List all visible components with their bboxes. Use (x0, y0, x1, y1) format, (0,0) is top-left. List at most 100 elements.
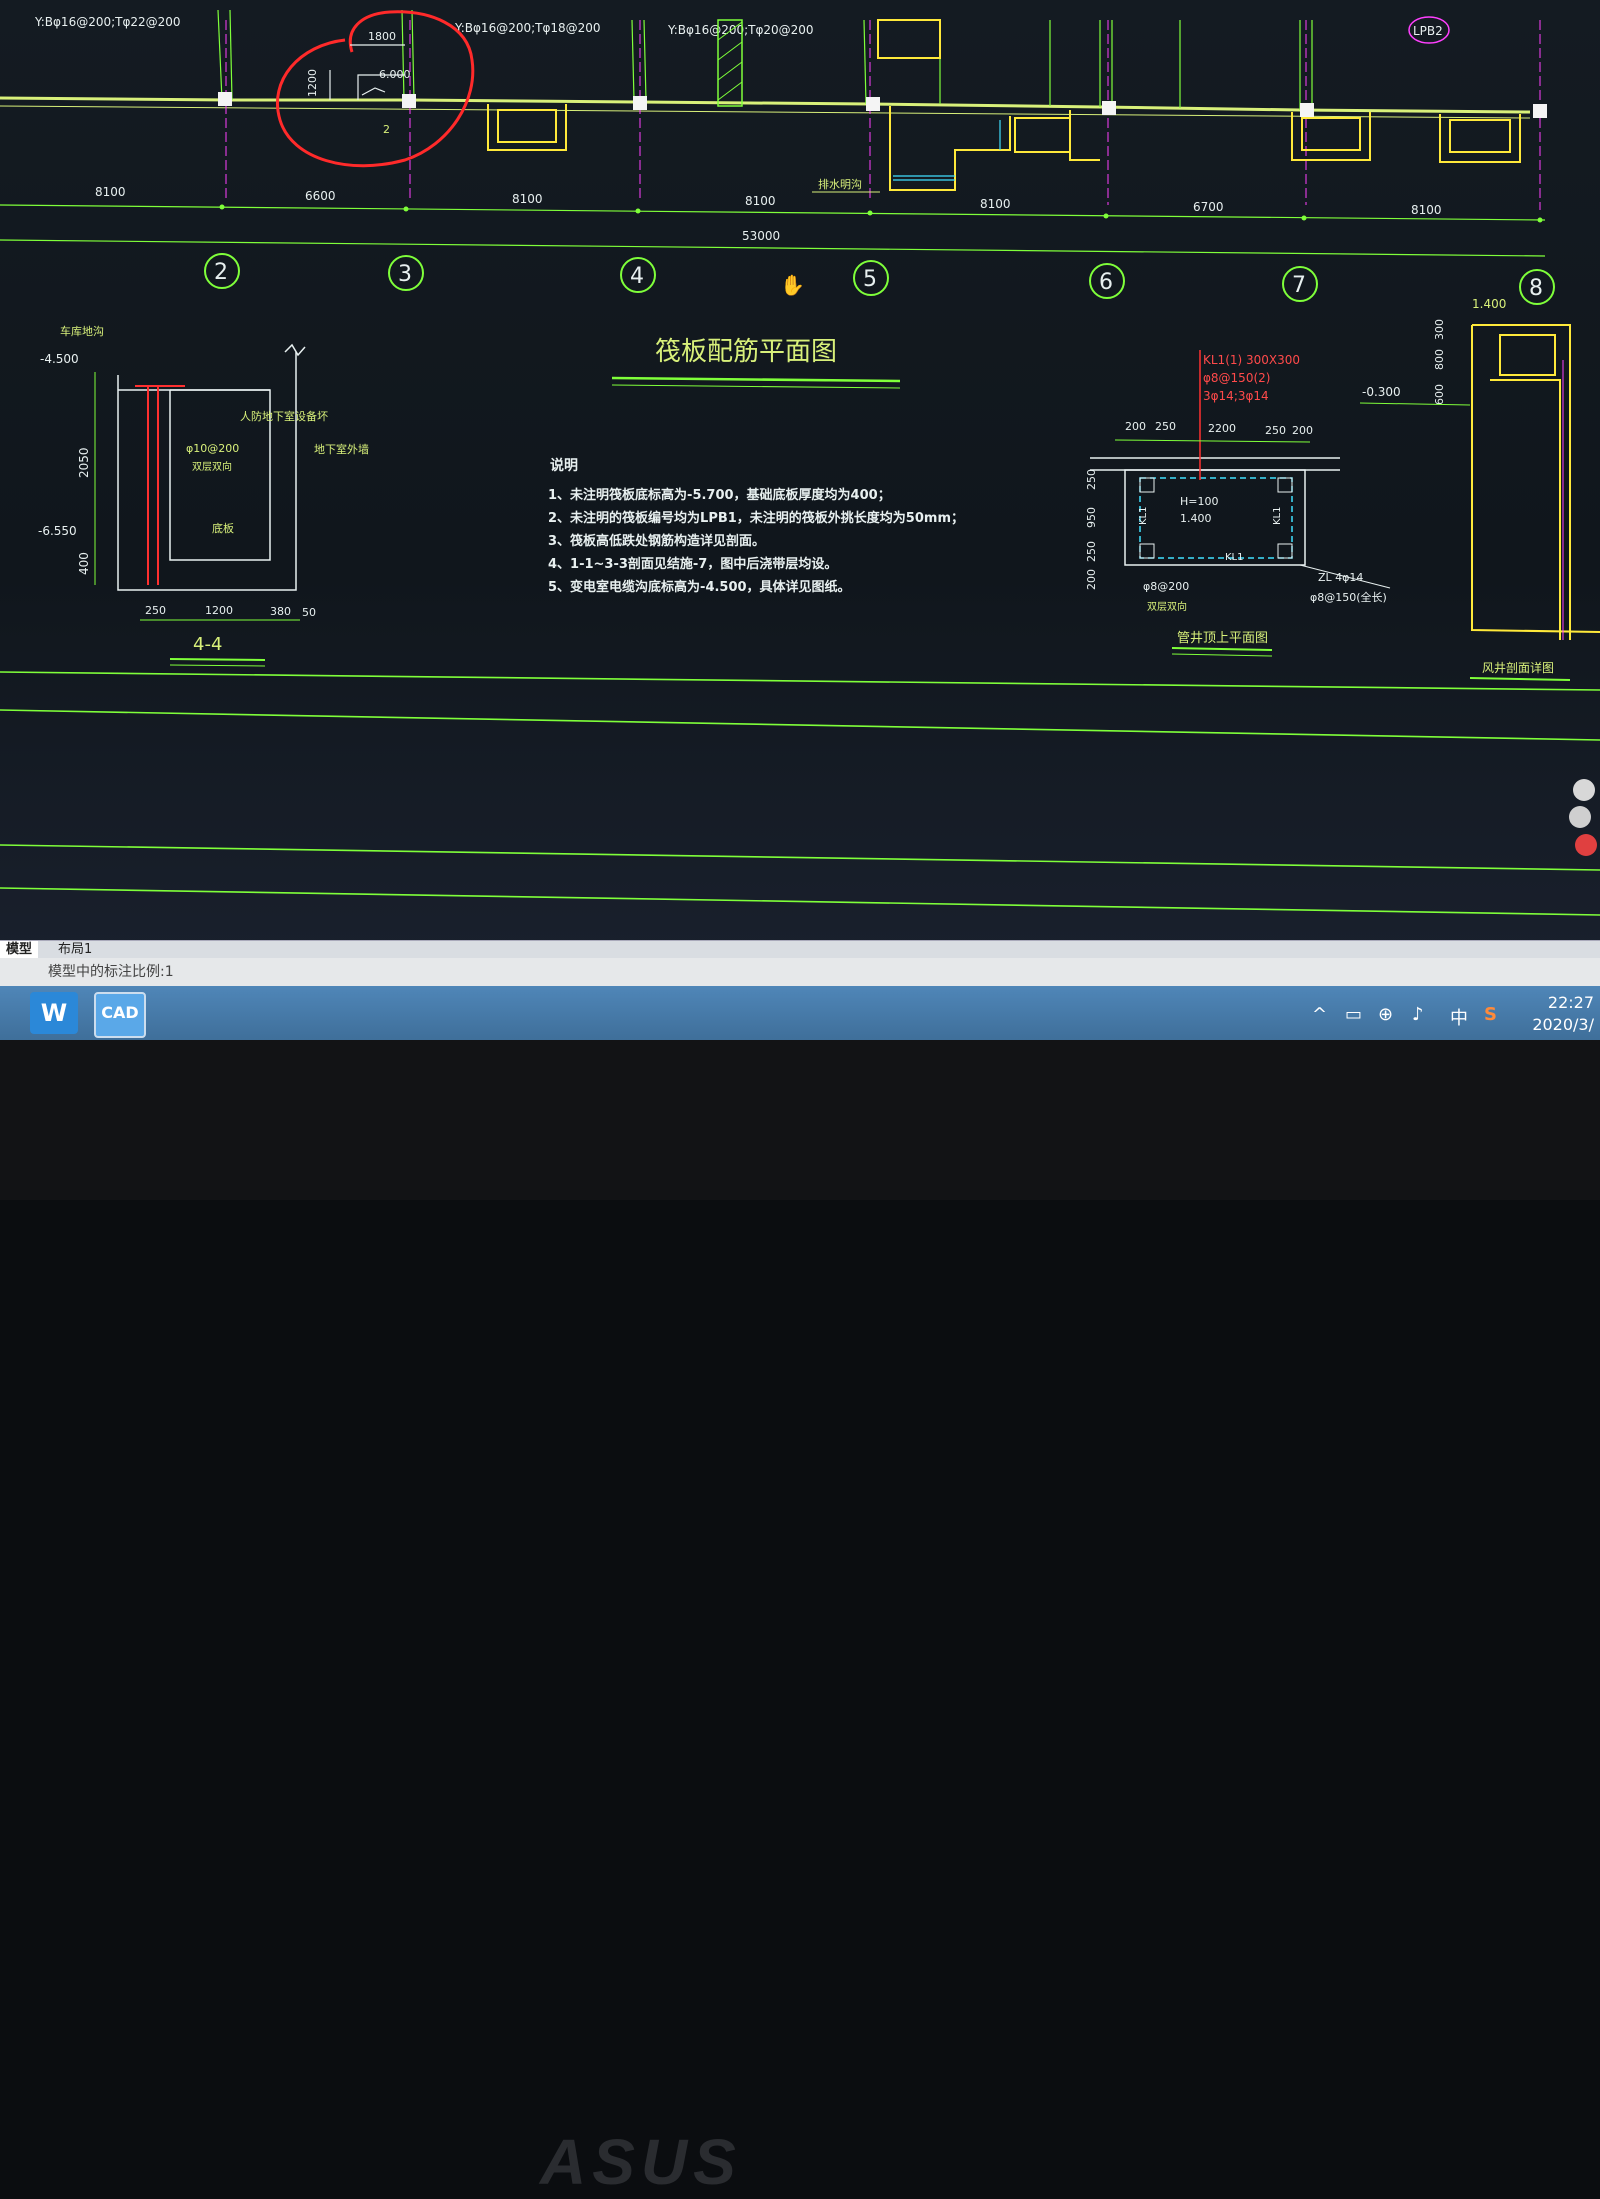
axis-6: 6 (1099, 270, 1113, 295)
pit-dim-top-line (1114, 439, 1311, 443)
pit-zl-leader (1299, 564, 1391, 589)
title-underline-2 (611, 384, 901, 389)
pit-kl-label-bottom: KL1 (1225, 552, 1244, 563)
wps-icon[interactable]: W (30, 992, 78, 1034)
tray-chevron-icon[interactable]: ^ (1312, 1004, 1327, 1025)
clock-time: 22:27 (1547, 993, 1594, 1012)
pit-kl-label-right: KL1 (1272, 507, 1283, 526)
s44-title-line (169, 658, 266, 661)
top-label-4: LPB2 (1413, 24, 1443, 38)
anno-width: 1800 (368, 30, 396, 43)
float-tool-icon-2[interactable] (1575, 834, 1597, 856)
s44-rebar: φ10@200 (186, 442, 239, 455)
span-4: 8100 (745, 194, 776, 208)
brand-logo: ASUS (540, 2126, 742, 2198)
pit-kl-3: 3φ14;3φ14 (1203, 389, 1269, 403)
layout-tabs: 模型 布局1 (0, 940, 1600, 959)
s44-base: 底板 (212, 521, 234, 535)
hand-cursor-icon: ✋ (780, 273, 805, 297)
pit-dim-side-2: 950 (1085, 507, 1098, 528)
float-tool-icon[interactable] (1569, 806, 1591, 828)
s44-title-line-2 (169, 664, 266, 667)
s44-title: 4-4 (193, 634, 222, 655)
pit-inner-2: 1.400 (1180, 512, 1212, 525)
s44-dim-4: 50 (302, 606, 316, 619)
pit-dim-top-3: 2200 (1208, 422, 1236, 435)
span-5: 8100 (980, 197, 1011, 211)
rs-level: -0.300 (1362, 385, 1401, 399)
rs-dim-3: 600 (1433, 384, 1446, 405)
axis-4: 4 (630, 264, 644, 289)
pit-inner-1: H=100 (1180, 495, 1218, 508)
pit-kl-label-left: KL1 (1138, 507, 1149, 526)
s44-dim-1: 250 (145, 604, 166, 617)
pit-kl-1: KL1(1) 300X300 (1203, 353, 1300, 367)
battery-icon[interactable]: ▭ (1345, 1004, 1362, 1025)
pit-kl-2: φ8@150(2) (1203, 371, 1270, 385)
span-6: 6700 (1193, 200, 1224, 214)
pit-corners (1139, 477, 1293, 559)
note-5: 5、变电室电缆沟底标高为-4.500，具体详见图纸。 (548, 579, 851, 595)
pit-dim-side-1: 250 (1085, 469, 1098, 490)
laptop-bezel: ASUS (0, 1040, 1600, 2198)
anno-level: -6.000 (375, 68, 410, 81)
volume-icon[interactable]: ♪ (1412, 1004, 1424, 1025)
s44-level-2: -6.550 (38, 524, 77, 538)
anno-mark: 2 (383, 123, 390, 136)
s44-dim-2: 1200 (205, 604, 233, 617)
pit-dim-top-2: 250 (1155, 420, 1176, 433)
notes-heading: 说明 (550, 457, 578, 474)
anno-height: 1200 (306, 69, 319, 97)
windows-taskbar: W CAD ^ ▭ ⊕ ♪ 中 S 22:27 2020/3/ (0, 986, 1600, 1040)
axis-7: 7 (1292, 273, 1306, 298)
pink-axis-lines (225, 20, 1541, 210)
top-label-1: Y:Bφ16@200;Tφ22@200 (34, 15, 181, 29)
span-total: 53000 (742, 229, 780, 243)
tab-model[interactable]: 模型 (0, 941, 39, 959)
pit-rebar-sub: 双层双向 (1147, 600, 1187, 613)
pit-zl2: φ8@150(全长) (1310, 590, 1387, 604)
s44-height-1: 2050 (77, 447, 91, 478)
s44-side1: 人防地下室设备坏 (240, 409, 328, 423)
title-underline-1 (611, 376, 901, 383)
tab-layout1[interactable]: 布局1 (52, 941, 98, 959)
s44-height-2: 400 (77, 552, 91, 575)
clock-date: 2020/3/ (1532, 1015, 1594, 1034)
network-icon[interactable]: ⊕ (1378, 1004, 1393, 1025)
pit-title-line-2 (1171, 653, 1273, 657)
ime-badge-icon[interactable] (1573, 779, 1595, 801)
rs-dim-1: 300 (1433, 319, 1446, 340)
frame-lines (0, 671, 1600, 916)
rs-title: 风井剖面详图 (1482, 660, 1554, 675)
s44-dim-3: 380 (270, 605, 291, 618)
command-status-bar: 模型中的标注比例:1 (0, 958, 1600, 986)
note-3: 3、筏板高低跌处钢筋构造详见剖面。 (548, 533, 765, 549)
top-label-3: Y:Bφ16@200;Tφ20@200 (667, 23, 814, 37)
pit-dim-top-1: 200 (1125, 420, 1146, 433)
span-7: 8100 (1411, 203, 1442, 217)
sogou-icon[interactable]: S (1484, 1004, 1497, 1025)
top-label-2: Y:Bφ16@200;Tφ18@200 (454, 21, 601, 35)
pit-zl: ZL 4φ14 (1318, 571, 1363, 584)
cad-drawing-canvas[interactable]: Y:Bφ16@200;Tφ22@200 Y:Bφ16@200;Tφ18@200 … (0, 0, 1600, 940)
status-text: 模型中的标注比例:1 (48, 964, 174, 980)
system-clock[interactable]: 22:27 2020/3/ (1532, 992, 1594, 1036)
span-2: 6600 (305, 189, 336, 203)
s44-side2: 地下室外墙 (314, 442, 369, 456)
axis-2: 2 (214, 260, 228, 285)
rs-level-line (1359, 402, 1471, 406)
monitor-screen: Y:Bφ16@200;Tφ22@200 Y:Bφ16@200;Tφ18@200 … (0, 0, 1600, 1040)
note-2: 2、未注明的筏板编号均为LPB1，未注明的筏板外挑长度均为50mm； (548, 510, 964, 526)
pit-dim-top-5: 200 (1292, 424, 1313, 437)
cad-icon[interactable]: CAD (94, 992, 146, 1038)
span-3: 8100 (512, 192, 543, 206)
span-1: 8100 (95, 185, 126, 199)
rs-dim-2: 800 (1433, 349, 1446, 370)
drawing-title: 筏板配筋平面图 (655, 337, 837, 367)
s44-level-1: -4.500 (40, 352, 79, 366)
pit-plan-outline (1090, 457, 1340, 566)
pit-title-line (1171, 647, 1273, 651)
s44-top-label: 车库地沟 (60, 324, 104, 338)
ime-indicator[interactable]: 中 (1450, 1004, 1468, 1030)
drain-label: 排水明沟 (818, 177, 862, 191)
